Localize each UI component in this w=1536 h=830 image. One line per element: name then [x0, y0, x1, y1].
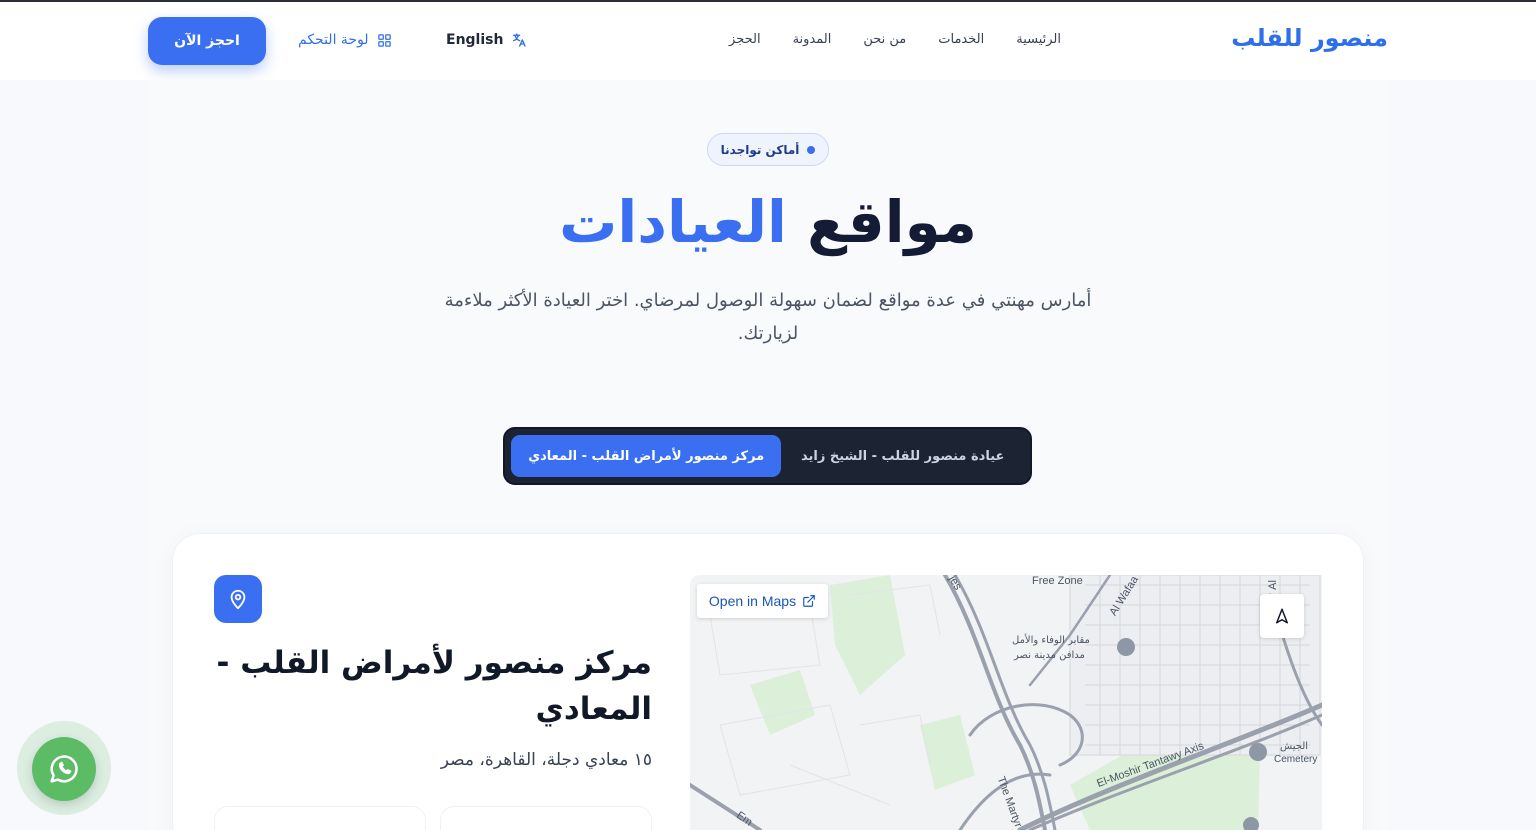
grid-icon	[377, 33, 391, 47]
whatsapp-icon	[50, 755, 78, 783]
title-main: مواقع	[807, 188, 977, 256]
page-title: مواقع العيادات	[0, 188, 1536, 256]
nav-booking[interactable]: الحجز	[729, 32, 761, 47]
info-box	[440, 806, 652, 830]
map-pin-icon	[230, 589, 246, 610]
site-logo[interactable]: منصور للقلب	[1231, 24, 1388, 52]
nav-blog[interactable]: المدونة	[793, 32, 832, 47]
whatsapp-button[interactable]	[32, 737, 96, 801]
language-switch[interactable]: English	[446, 32, 527, 48]
locations-badge: أماكن تواجدنا	[707, 133, 829, 166]
map-compass-button[interactable]	[1260, 594, 1304, 638]
tab-maadi[interactable]: مركز منصور لأمراض القلب - المعادي	[511, 435, 782, 477]
nav-home[interactable]: الرئيسية	[1016, 32, 1061, 47]
badge-label: أماكن تواجدنا	[720, 142, 800, 157]
map-label-free-zone: Free Zone	[1032, 575, 1083, 587]
open-in-maps-button[interactable]: Open in Maps	[697, 584, 828, 618]
title-accent: العيادات	[559, 188, 787, 256]
clinic-tabs: عيادة منصور للقلب - الشيخ زايد مركز منصو…	[503, 427, 1032, 485]
clinic-address: ١٥ معادي دجلة، القاهرة، مصر	[440, 750, 652, 770]
dashboard-link[interactable]: لوحة التحكم	[298, 32, 392, 48]
dashboard-label: لوحة التحكم	[298, 32, 369, 48]
language-label: English	[446, 32, 504, 48]
book-now-button[interactable]: احجز الآن	[148, 17, 266, 65]
translate-icon	[513, 33, 527, 47]
navigation-arrow-icon	[1276, 608, 1288, 624]
site-header: منصور للقلب الرئيسية الخدمات من نحن المد…	[0, 2, 1536, 80]
map-label-al: Al	[1266, 580, 1279, 590]
clinic-title: مركز منصور لأمراض القلب - المعادي	[216, 645, 652, 727]
location-pin-badge	[214, 575, 262, 623]
map-label-cemetery-ar-2: مدافن مدينة نصر	[1014, 650, 1085, 661]
external-link-icon	[803, 595, 815, 607]
open-maps-label: Open in Maps	[708, 593, 797, 609]
map-label-cemetery-ar: مقابر الوفاء والأمل	[1012, 635, 1090, 646]
map-label-cemetery-en: Cemetery	[1274, 754, 1318, 765]
hero-subtitle: أمارس مهنتي في عدة مواقع لضمان سهولة الو…	[444, 290, 1092, 344]
map-label-cemetery-ar-3: الجيش	[1280, 741, 1309, 752]
tab-sheikh-zayed[interactable]: عيادة منصور للقلب - الشيخ زايد	[781, 435, 1024, 477]
badge-dot-icon	[807, 145, 816, 154]
main-nav: الرئيسية الخدمات من نحن المدونة الحجز	[729, 32, 1061, 47]
nav-services[interactable]: الخدمات	[938, 32, 984, 47]
nav-about[interactable]: من نحن	[863, 32, 906, 47]
info-box	[214, 806, 426, 830]
